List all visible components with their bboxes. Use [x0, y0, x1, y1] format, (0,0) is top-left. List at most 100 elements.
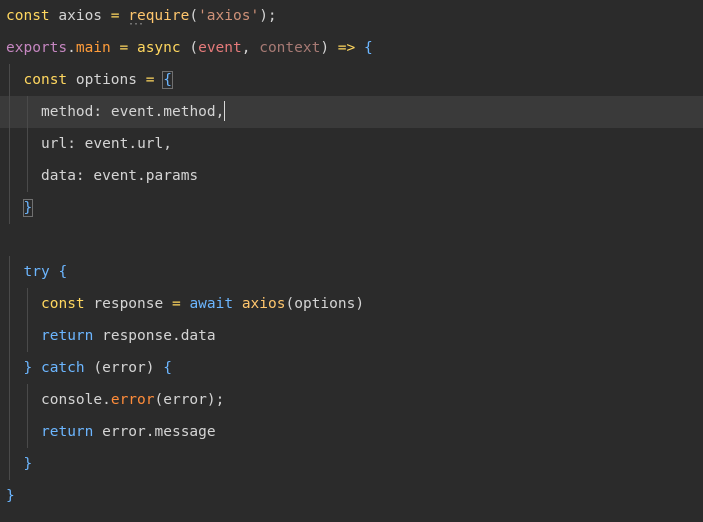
- code-line[interactable]: }: [0, 448, 703, 480]
- code-line[interactable]: const axios = require('axios');: [0, 0, 703, 32]
- code-token: .: [137, 168, 146, 184]
- code-token: return: [41, 328, 94, 344]
- code-token: .: [102, 392, 111, 408]
- code-token: .: [128, 136, 138, 152]
- code-text: return response.data: [41, 320, 216, 352]
- code-line[interactable]: return error.message: [0, 416, 703, 448]
- code-text: console.error(error);: [41, 384, 224, 416]
- code-token: ,: [215, 104, 225, 120]
- code-line[interactable]: console.error(error);: [0, 384, 703, 416]
- code-line[interactable]: url: event.url,: [0, 128, 703, 160]
- code-token: =: [119, 40, 129, 56]
- code-token: }: [23, 360, 33, 376]
- code-token: const: [23, 72, 68, 88]
- code-line[interactable]: } catch (error) {: [0, 352, 703, 384]
- code-token: ): [355, 296, 365, 312]
- code-text: const options = {: [23, 64, 173, 96]
- code-token: const: [41, 296, 85, 312]
- indent-guide: [9, 384, 10, 416]
- code-line[interactable]: method: event.method,: [0, 96, 703, 128]
- code-line[interactable]: }: [0, 480, 703, 512]
- code-token: event: [198, 40, 242, 56]
- code-token: .: [154, 104, 164, 120]
- code-text: try {: [24, 256, 68, 288]
- code-line[interactable]: data: event.params: [0, 160, 703, 192]
- indent-guide: [9, 288, 10, 320]
- indent-guide: [26, 416, 28, 448]
- code-token: url: [41, 136, 68, 152]
- indent-guide: [9, 320, 10, 352]
- code-token: .: [67, 40, 76, 56]
- code-token: (: [180, 40, 199, 56]
- code-token: url: [137, 136, 164, 152]
- code-token: );: [259, 8, 277, 24]
- code-token: method: [41, 104, 94, 120]
- code-token: response: [84, 296, 172, 312]
- code-text: const response = await axios(options): [41, 288, 364, 320]
- code-token: error: [163, 392, 207, 408]
- code-token: {: [162, 71, 173, 89]
- code-token: );: [206, 392, 225, 408]
- code-line[interactable]: return response.data: [0, 320, 703, 352]
- code-line[interactable]: const response = await axios(options): [0, 288, 703, 320]
- code-token: (: [154, 392, 164, 408]
- code-token: .: [171, 328, 181, 344]
- code-token: (: [84, 360, 103, 376]
- indent-guide: [26, 96, 28, 128]
- indent-guide: [26, 384, 28, 416]
- code-token: =>: [329, 40, 364, 56]
- code-token: params: [145, 168, 199, 184]
- code-token: error: [102, 360, 146, 376]
- code-token: axios: [241, 296, 286, 312]
- code-text: }: [24, 448, 33, 480]
- indent-guide: [9, 416, 10, 448]
- code-token: main: [75, 40, 111, 56]
- code-token: {: [363, 40, 373, 56]
- code-token: await: [189, 296, 234, 312]
- code-token: }: [6, 488, 15, 504]
- code-token: .: [145, 424, 155, 440]
- code-token: data: [180, 328, 216, 344]
- code-token: require: [128, 8, 190, 24]
- code-token: exports: [6, 40, 68, 56]
- code-token: (: [189, 8, 199, 24]
- code-line[interactable]: const options = {: [0, 64, 703, 96]
- code-token: {: [58, 264, 68, 280]
- indent-guide: [9, 256, 10, 288]
- code-token: }: [23, 456, 33, 472]
- code-token: data: [41, 168, 76, 184]
- indent-guide: [9, 128, 10, 160]
- text-cursor: [224, 101, 226, 121]
- code-token: method: [163, 104, 216, 120]
- code-token: {: [163, 360, 172, 376]
- code-token: :: [67, 136, 85, 152]
- code-line[interactable]: }: [0, 192, 703, 224]
- indent-guide: [9, 96, 10, 128]
- indent-guide: [9, 448, 10, 480]
- code-token: event: [110, 104, 155, 120]
- code-text: }: [22, 192, 34, 224]
- code-text: }: [6, 480, 15, 512]
- code-text: exports.main = async (event, context) =>…: [6, 32, 373, 64]
- code-token: event: [93, 168, 138, 184]
- code-token: ): [145, 360, 164, 376]
- code-token: options: [294, 296, 356, 312]
- indent-guide: [26, 160, 28, 192]
- code-token: axios: [49, 8, 111, 24]
- indent-guide: [26, 320, 28, 352]
- code-line[interactable]: [0, 224, 703, 256]
- code-line[interactable]: try {: [0, 256, 703, 288]
- indent-guide: [9, 160, 10, 192]
- code-token: return: [41, 424, 94, 440]
- code-editor[interactable]: ··· const axios = require('axios'); expor…: [0, 0, 703, 522]
- code-text: method: event.method,: [41, 96, 226, 128]
- code-token: options: [67, 72, 146, 88]
- code-token: context: [259, 40, 321, 56]
- code-token: console: [41, 392, 103, 408]
- code-token: catch: [40, 360, 85, 376]
- code-line[interactable]: exports.main = async (event, context) =>…: [0, 32, 703, 64]
- code-text: data: event.params: [41, 160, 198, 192]
